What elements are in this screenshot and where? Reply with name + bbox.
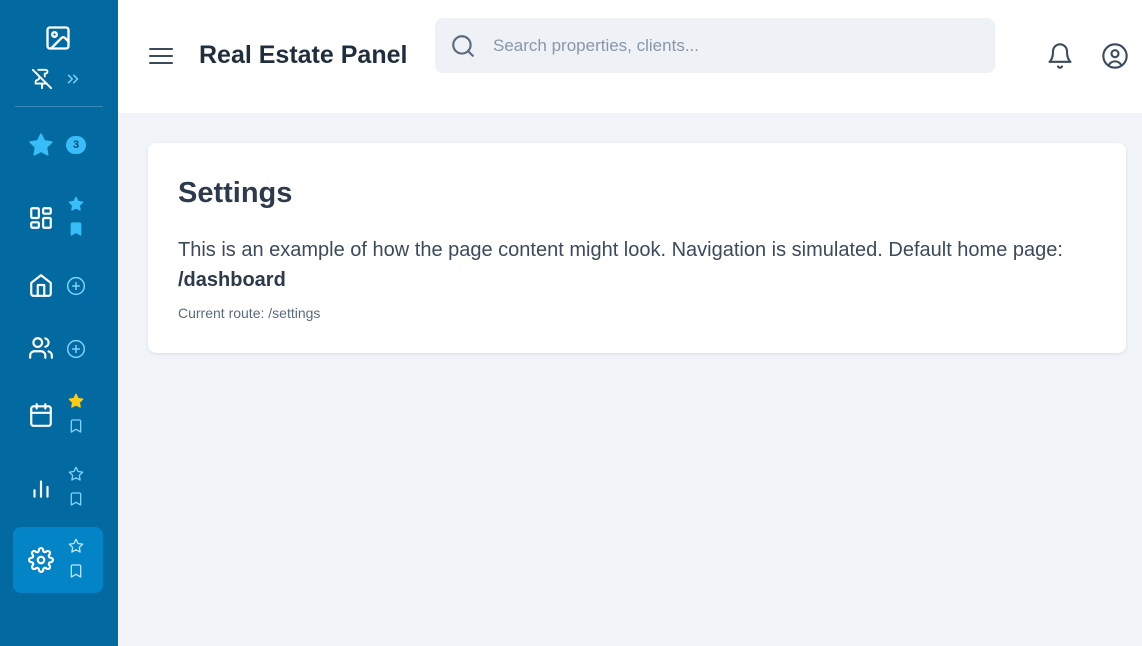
current-route: Current route: /settings	[178, 305, 321, 321]
chevrons-right-icon[interactable]	[64, 70, 82, 88]
settings-icon	[28, 547, 54, 573]
favorite-star-icon[interactable]	[68, 393, 84, 409]
user-circle-icon[interactable]	[1101, 42, 1129, 70]
sidebar-item-dashboard[interactable]	[13, 185, 103, 251]
page-title: Settings	[178, 177, 293, 209]
bookmark-icon[interactable]	[68, 491, 84, 507]
bell-icon[interactable]	[1046, 42, 1074, 70]
bar-chart-icon	[28, 475, 54, 501]
default-home-page: /dashboard	[178, 269, 286, 291]
sidebar-item-calendar[interactable]	[13, 382, 103, 448]
pin-off-icon[interactable]	[31, 68, 53, 90]
search-box[interactable]	[435, 18, 995, 73]
sidebar-item-favorites[interactable]: 3	[13, 112, 103, 178]
search-icon	[450, 33, 476, 59]
favorite-star-icon[interactable]	[68, 196, 84, 212]
search-input[interactable]	[493, 18, 973, 73]
sidebar-divider	[15, 106, 103, 107]
menu-icon[interactable]	[148, 44, 174, 68]
page-description: This is an example of how the page conte…	[178, 235, 1108, 295]
bookmark-icon[interactable]	[68, 563, 84, 579]
top-header: Real Estate Panel	[118, 0, 1142, 113]
bookmark-icon[interactable]	[68, 418, 84, 434]
bookmark-icon[interactable]	[68, 221, 84, 237]
sidebar-item-clients[interactable]	[13, 315, 103, 381]
plus-circle-icon[interactable]	[66, 339, 86, 359]
calendar-icon	[28, 402, 54, 428]
sidebar: 3	[0, 0, 118, 646]
app-title: Real Estate Panel	[199, 41, 408, 69]
plus-circle-icon[interactable]	[66, 276, 86, 296]
users-icon	[28, 335, 54, 361]
star-icon	[28, 132, 54, 158]
home-icon	[28, 272, 54, 298]
favorite-star-icon[interactable]	[68, 538, 84, 554]
favorites-count-badge: 3	[66, 136, 86, 154]
sidebar-item-settings[interactable]	[13, 527, 103, 593]
image-icon[interactable]	[44, 24, 72, 52]
layout-grid-icon	[28, 205, 54, 231]
sidebar-item-analytics[interactable]	[13, 455, 103, 521]
content-card: Settings This is an example of how the p…	[148, 143, 1126, 353]
sidebar-item-properties[interactable]	[13, 252, 103, 318]
description-text: This is an example of how the page conte…	[178, 239, 1063, 261]
favorite-star-icon[interactable]	[68, 466, 84, 482]
